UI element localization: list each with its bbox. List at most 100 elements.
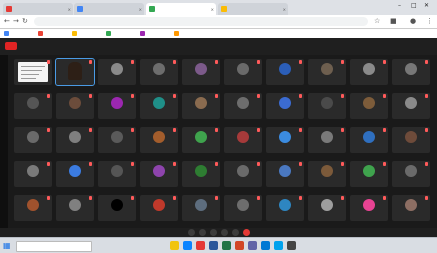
browser-tab[interactable]: ×: [3, 3, 73, 15]
edge-icon[interactable]: [183, 241, 192, 250]
mic-icon[interactable]: [188, 229, 195, 236]
participant-tile[interactable]: [140, 195, 178, 221]
participant-tile[interactable]: [182, 127, 220, 153]
taskbar-search-input[interactable]: [16, 241, 92, 252]
participant-tile[interactable]: [392, 127, 430, 153]
mic-muted-icon: [383, 94, 386, 98]
windows-start-icon[interactable]: ▦: [3, 241, 11, 250]
participant-tile[interactable]: [266, 59, 304, 85]
participant-tile[interactable]: [56, 195, 94, 221]
store-icon[interactable]: [287, 241, 296, 250]
participant-tile[interactable]: [182, 195, 220, 221]
teams-icon[interactable]: [248, 241, 257, 250]
participant-tile[interactable]: [266, 93, 304, 119]
more-icon[interactable]: [232, 229, 239, 236]
profile-icon[interactable]: ●: [410, 17, 416, 26]
participant-tile[interactable]: [14, 93, 52, 119]
forward-icon[interactable]: →: [13, 17, 19, 26]
browser-tab[interactable]: ×: [218, 3, 288, 15]
photos-icon[interactable]: [274, 241, 283, 250]
mic-muted-icon: [131, 162, 134, 166]
raise-hand-icon[interactable]: [221, 229, 228, 236]
bookmark-item[interactable]: [140, 31, 147, 36]
participant-tile[interactable]: [55, 58, 95, 86]
tab-close-icon[interactable]: ×: [283, 7, 286, 12]
mic-muted-icon: [341, 60, 344, 64]
participant-tile[interactable]: [350, 59, 388, 85]
participant-tile[interactable]: [56, 161, 94, 187]
file-explorer-icon[interactable]: [170, 241, 179, 250]
mic-muted-icon: [383, 128, 386, 132]
participant-tile[interactable]: [224, 127, 262, 153]
tab-close-icon[interactable]: ×: [211, 7, 214, 12]
participant-tile[interactable]: [224, 93, 262, 119]
chrome-icon[interactable]: [196, 241, 205, 250]
participant-tile[interactable]: [392, 161, 430, 187]
browser-tab[interactable]: ×: [146, 3, 216, 15]
participant-tile[interactable]: [98, 195, 136, 221]
participant-tile[interactable]: [350, 195, 388, 221]
participant-tile[interactable]: [266, 127, 304, 153]
participant-tile[interactable]: [308, 161, 346, 187]
mic-muted-icon: [215, 128, 218, 132]
bookmark-item[interactable]: [38, 31, 45, 36]
back-icon[interactable]: ←: [4, 17, 10, 26]
bookmark-item[interactable]: [106, 31, 113, 36]
mic-muted-icon: [341, 128, 344, 132]
camera-icon[interactable]: [199, 229, 206, 236]
participant-tile[interactable]: [392, 59, 430, 85]
extensions-icon[interactable]: ■: [390, 17, 397, 26]
reload-icon[interactable]: ↻: [22, 17, 28, 26]
participant-tile[interactable]: [350, 127, 388, 153]
excel-icon[interactable]: [222, 241, 231, 250]
participant-tile[interactable]: [224, 59, 262, 85]
url-input[interactable]: [34, 17, 368, 26]
participant-tile[interactable]: [224, 161, 262, 187]
mail-icon[interactable]: [261, 241, 270, 250]
participant-tile[interactable]: [56, 127, 94, 153]
participant-avatar: [237, 131, 249, 143]
participant-tile[interactable]: [140, 93, 178, 119]
participant-tile[interactable]: [140, 161, 178, 187]
bookmark-item[interactable]: [4, 31, 11, 36]
participant-tile[interactable]: [308, 93, 346, 119]
participant-tile[interactable]: [308, 127, 346, 153]
participant-tile[interactable]: [140, 59, 178, 85]
browser-menu-icon[interactable]: ⋮: [426, 17, 433, 26]
close-window-button[interactable]: ✕: [424, 2, 429, 9]
participant-tile[interactable]: [392, 93, 430, 119]
minimize-window-button[interactable]: –: [398, 2, 401, 9]
participant-tile[interactable]: [56, 93, 94, 119]
participant-tile[interactable]: [98, 127, 136, 153]
tab-close-icon[interactable]: ×: [139, 7, 142, 12]
tab-close-icon[interactable]: ×: [68, 7, 71, 12]
participant-tile[interactable]: [14, 161, 52, 187]
participant-tile[interactable]: [224, 195, 262, 221]
participant-tile[interactable]: [266, 161, 304, 187]
browser-tab[interactable]: ×: [74, 3, 144, 15]
participant-tile[interactable]: [308, 195, 346, 221]
word-icon[interactable]: [209, 241, 218, 250]
participant-tile[interactable]: [14, 127, 52, 153]
leave-call-icon[interactable]: [243, 229, 250, 236]
bookmark-item[interactable]: [174, 31, 181, 36]
participant-tile[interactable]: [140, 127, 178, 153]
participant-tile[interactable]: [182, 161, 220, 187]
participant-tile[interactable]: [98, 161, 136, 187]
participant-tile[interactable]: [98, 93, 136, 119]
participant-tile[interactable]: [182, 93, 220, 119]
present-icon[interactable]: [210, 229, 217, 236]
participant-tile[interactable]: [308, 59, 346, 85]
participant-tile[interactable]: [14, 195, 52, 221]
maximize-window-button[interactable]: □: [411, 2, 417, 9]
participant-tile[interactable]: [14, 59, 52, 85]
bookmark-item[interactable]: [72, 31, 79, 36]
participant-tile[interactable]: [350, 161, 388, 187]
powerpoint-icon[interactable]: [235, 241, 244, 250]
participant-tile[interactable]: [392, 195, 430, 221]
participant-tile[interactable]: [98, 59, 136, 85]
bookmark-star-icon[interactable]: ☆: [374, 17, 380, 26]
participant-tile[interactable]: [266, 195, 304, 221]
participant-tile[interactable]: [182, 59, 220, 85]
participant-tile[interactable]: [350, 93, 388, 119]
